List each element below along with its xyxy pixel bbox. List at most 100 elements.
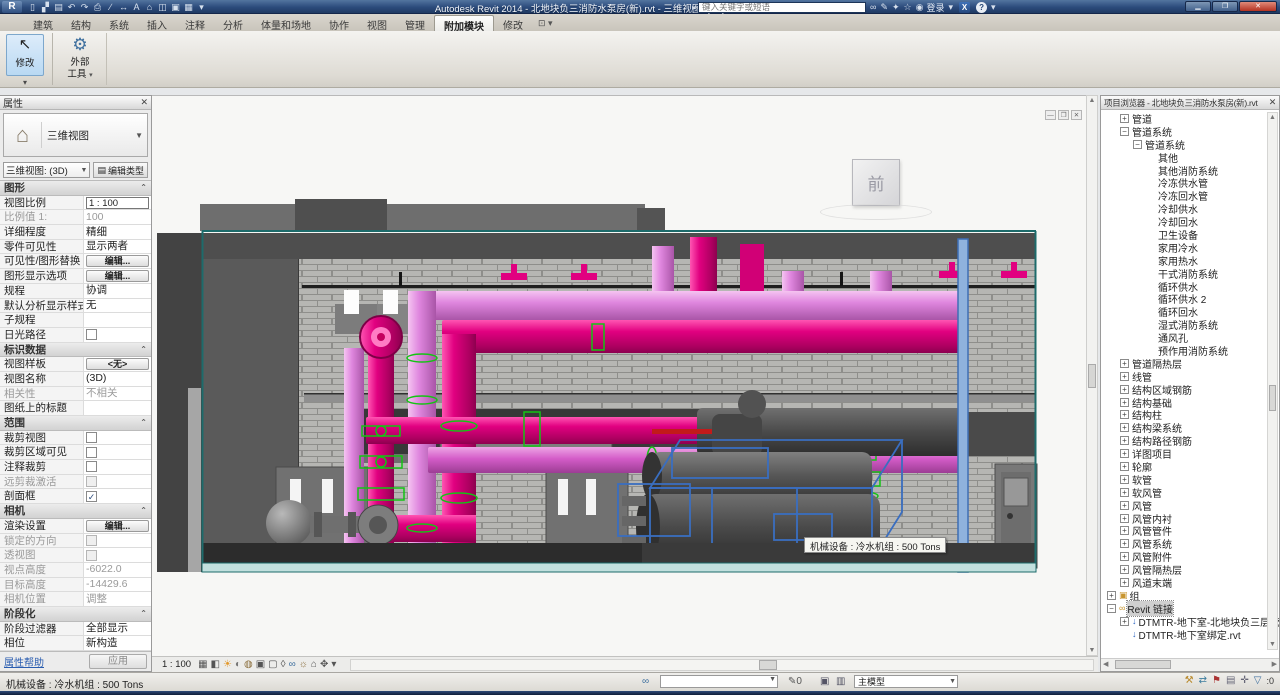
unlocked-view-icon[interactable]: ◊ bbox=[281, 658, 286, 672]
property-value[interactable] bbox=[84, 476, 151, 487]
tree-item-33[interactable]: +风管系统 bbox=[1101, 537, 1279, 550]
expand-icon[interactable]: + bbox=[1120, 565, 1129, 574]
editing-requests-icon[interactable]: ✎0 bbox=[788, 676, 802, 687]
property-value[interactable] bbox=[84, 432, 151, 443]
tree-horizontal-scrollbar[interactable]: ◀ ▶ bbox=[1101, 658, 1279, 671]
windows-taskbar[interactable] bbox=[0, 691, 1280, 695]
view-restore-icon[interactable]: ❐ bbox=[1058, 110, 1069, 120]
minimize-button[interactable]: ▁ bbox=[1185, 1, 1211, 12]
expand-icon[interactable]: + bbox=[1120, 462, 1129, 471]
text-icon[interactable]: A bbox=[130, 1, 143, 13]
expand-icon[interactable]: + bbox=[1120, 501, 1129, 510]
property-checkbox[interactable] bbox=[86, 329, 97, 340]
scroll-down-icon[interactable]: ▼ bbox=[1087, 647, 1097, 654]
ribbon-tab-11[interactable]: 修改 bbox=[494, 15, 532, 31]
qat-customize-icon[interactable]: ▾ bbox=[195, 1, 208, 13]
tree-item-22[interactable]: +结构基础 bbox=[1101, 396, 1279, 409]
design-option-dropdown[interactable]: 主模型▼ bbox=[854, 675, 958, 688]
view-filter-dropdown[interactable]: 三维视图: (3D) ▼ bbox=[3, 162, 90, 178]
user-icon[interactable]: ◉ bbox=[916, 2, 924, 13]
subscription-icon[interactable]: ✎ bbox=[880, 2, 888, 13]
property-value[interactable]: 协调 bbox=[84, 283, 151, 298]
property-value[interactable] bbox=[84, 447, 151, 458]
detail-level-icon[interactable]: ▦ bbox=[198, 658, 207, 672]
expand-icon[interactable]: + bbox=[1120, 385, 1129, 394]
tree-item-1[interactable]: −管道系统 bbox=[1101, 125, 1279, 138]
open-icon[interactable]: ▞ bbox=[39, 1, 52, 13]
collapse-section-icon[interactable]: ⌃ bbox=[140, 418, 147, 427]
infocenter-collapse-icon[interactable]: ▸ bbox=[692, 3, 696, 12]
communication-icon[interactable]: ✦ bbox=[892, 2, 900, 13]
measure-icon[interactable]: ∕ bbox=[104, 1, 117, 13]
tree-item-23[interactable]: +结构柱 bbox=[1101, 408, 1279, 421]
active-workset-dropdown[interactable]: ▼ bbox=[660, 675, 778, 688]
property-section-11[interactable]: 标识数据⌃ bbox=[0, 343, 151, 358]
property-value[interactable]: -6022.0 bbox=[84, 562, 151, 577]
crop-region-icon[interactable]: ▢ bbox=[268, 658, 277, 672]
property-section-0[interactable]: 图形⌃ bbox=[0, 181, 151, 196]
view-close-icon[interactable]: ✕ bbox=[1071, 110, 1082, 120]
property-checkbox[interactable] bbox=[86, 476, 97, 487]
search-icon[interactable]: ∞ bbox=[870, 2, 876, 13]
property-value[interactable] bbox=[84, 461, 151, 472]
expand-icon[interactable]: + bbox=[1120, 449, 1129, 458]
exclude-options-icon[interactable]: ▤ bbox=[1226, 675, 1235, 686]
expand-icon[interactable]: + bbox=[1120, 526, 1129, 535]
properties-help-link[interactable]: 属性帮助 bbox=[4, 654, 44, 669]
design-options-icon[interactable]: ⚑ bbox=[1212, 675, 1221, 686]
save-icon[interactable]: ▤ bbox=[52, 1, 65, 13]
ribbon-tab-8[interactable]: 视图 bbox=[358, 15, 396, 31]
property-edit-button[interactable]: <无> bbox=[86, 358, 149, 370]
scroll-down-icon[interactable]: ▼ bbox=[1268, 641, 1277, 648]
expand-icon[interactable]: + bbox=[1120, 488, 1129, 497]
property-section-29[interactable]: 阶段化⌃ bbox=[0, 607, 151, 622]
modify-button[interactable]: ↖ 修改 bbox=[6, 34, 44, 76]
collapse-section-icon[interactable]: ⌃ bbox=[140, 183, 147, 192]
drawing-viewport[interactable]: — ❐ ✕ 前 机械设备 : 冷水机组 : 500 Tons bbox=[152, 95, 1086, 656]
expand-icon[interactable]: + bbox=[1120, 539, 1129, 548]
expand-icon[interactable]: + bbox=[1120, 114, 1129, 123]
ribbon-tab-7[interactable]: 协作 bbox=[320, 15, 358, 31]
tree-item-28[interactable]: +软管 bbox=[1101, 473, 1279, 486]
property-edit-button[interactable]: 编辑... bbox=[86, 270, 149, 282]
expand-icon[interactable]: + bbox=[1120, 372, 1129, 381]
section-icon[interactable]: ◫ bbox=[156, 1, 169, 13]
tree-item-19[interactable]: +管道隔热层 bbox=[1101, 357, 1279, 370]
tree-item-35[interactable]: +风管隔热层 bbox=[1101, 563, 1279, 576]
viewport-vertical-scrollbar[interactable]: ▲ ▼ bbox=[1086, 95, 1098, 656]
aligned-dimension-icon[interactable]: ↔ bbox=[117, 1, 130, 13]
ribbon-tab-1[interactable]: 结构 bbox=[62, 15, 100, 31]
sun-path-icon[interactable]: ☀ bbox=[223, 658, 232, 672]
viewcube[interactable]: 前 bbox=[852, 159, 900, 206]
tree-item-2[interactable]: −管道系统 bbox=[1101, 138, 1279, 151]
collapse-icon[interactable]: − bbox=[1120, 127, 1129, 136]
ribbon-tab-0[interactable]: 建筑 bbox=[24, 15, 62, 31]
type-selector-caret-icon[interactable]: ▼ bbox=[135, 131, 147, 140]
property-checkbox[interactable] bbox=[86, 432, 97, 443]
property-value[interactable]: 调整 bbox=[84, 592, 151, 607]
switch-windows-icon[interactable]: ▦ bbox=[182, 1, 195, 13]
default-3d-view-icon[interactable]: ⌂ bbox=[143, 1, 156, 13]
ribbon-tab-3[interactable]: 插入 bbox=[138, 15, 176, 31]
property-checkbox[interactable] bbox=[86, 550, 97, 561]
tree-item-27[interactable]: +轮廓 bbox=[1101, 460, 1279, 473]
property-section-22[interactable]: 相机⌃ bbox=[0, 504, 151, 519]
print-icon[interactable]: ⎙ bbox=[91, 1, 104, 13]
restore-button[interactable]: ❐ bbox=[1212, 1, 1238, 12]
thin-lines-icon[interactable]: ▣ bbox=[169, 1, 182, 13]
tree-item-40[interactable]: ↓DTMTR-地下室绑定.rvt bbox=[1101, 628, 1279, 641]
scroll-up-icon[interactable]: ▲ bbox=[1087, 97, 1097, 104]
vcb-more-icon[interactable]: ▾ bbox=[331, 658, 336, 672]
shadows-icon[interactable]: ◐ bbox=[235, 658, 241, 672]
tree-item-25[interactable]: +结构路径钢筋 bbox=[1101, 434, 1279, 447]
select-panel-caret-icon[interactable]: ▾ bbox=[6, 78, 44, 87]
tree-item-16[interactable]: 湿式消防系统 bbox=[1101, 318, 1279, 331]
ribbon-display-toggle-icon[interactable]: ⊡ ▾ bbox=[538, 18, 553, 31]
visual-style-icon[interactable]: ◧ bbox=[211, 658, 220, 672]
property-value[interactable]: 1 : 100 bbox=[84, 197, 151, 209]
property-checkbox[interactable] bbox=[86, 461, 97, 472]
scrollbar-thumb[interactable] bbox=[1269, 385, 1276, 411]
browser-close-icon[interactable]: ✕ bbox=[1269, 97, 1276, 108]
press-drag-icon[interactable]: ✛ bbox=[1240, 675, 1248, 686]
design-options-icon[interactable]: ▣ bbox=[820, 676, 829, 687]
